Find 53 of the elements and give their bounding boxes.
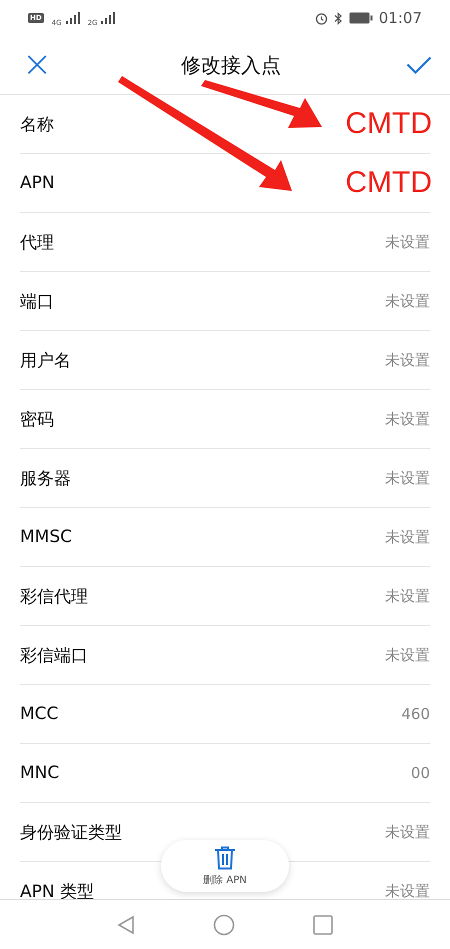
row-value: 未设置 bbox=[385, 232, 430, 252]
checkmark-icon bbox=[406, 55, 432, 75]
home-icon[interactable] bbox=[213, 914, 235, 936]
row-label: 用户名 bbox=[20, 350, 71, 372]
bluetooth-icon bbox=[334, 12, 343, 24]
signal-icon bbox=[101, 12, 116, 24]
row-label: MMSC bbox=[20, 527, 72, 547]
annotation-text: CMTD bbox=[345, 166, 432, 200]
settings-row[interactable]: 彩信端口 未设置 bbox=[20, 626, 430, 685]
row-label: APN 类型 bbox=[20, 880, 94, 899]
status-time: 01:07 bbox=[378, 9, 422, 27]
settings-row[interactable]: MMSC 未设置 bbox=[20, 508, 430, 567]
battery-icon bbox=[348, 12, 373, 24]
row-label: 服务器 bbox=[20, 468, 71, 490]
settings-row[interactable]: 密码 未设置 bbox=[20, 390, 430, 449]
row-value: 未设置 bbox=[385, 292, 430, 310]
row-label: 名称 bbox=[20, 114, 54, 136]
row-value: 未设置 bbox=[385, 822, 430, 842]
delete-apn-button[interactable]: 删除 APN bbox=[161, 840, 289, 892]
close-button[interactable]: × bbox=[18, 47, 56, 83]
settings-row[interactable]: 服务器 未设置 bbox=[20, 449, 430, 508]
back-icon[interactable] bbox=[117, 914, 135, 934]
confirm-button[interactable] bbox=[406, 55, 432, 75]
signal-icon bbox=[66, 12, 80, 24]
recents-icon[interactable] bbox=[313, 914, 333, 934]
row-label: 彩信端口 bbox=[20, 644, 88, 666]
trash-icon bbox=[214, 846, 236, 870]
alarm-icon bbox=[314, 12, 328, 24]
row-label: 彩信代理 bbox=[20, 586, 88, 608]
settings-row[interactable]: MCC 460 bbox=[20, 685, 430, 744]
row-value: 未设置 bbox=[385, 410, 430, 428]
row-label: MNC bbox=[20, 763, 60, 783]
row-value: 未设置 bbox=[385, 646, 430, 664]
row-value: 未设置 bbox=[385, 528, 430, 546]
row-value: 未设置 bbox=[385, 882, 430, 899]
row-label: 端口 bbox=[20, 290, 54, 312]
row-label: 身份验证类型 bbox=[20, 822, 122, 844]
row-value: 未设置 bbox=[385, 586, 430, 606]
settings-row[interactable]: 代理 未设置 bbox=[20, 213, 430, 272]
settings-row[interactable]: MNC 00 bbox=[20, 744, 430, 803]
row-label: 密码 bbox=[20, 408, 54, 430]
row-label: APN bbox=[20, 173, 55, 193]
row-label: MCC bbox=[20, 704, 58, 724]
page-title: 修改接入点 bbox=[181, 52, 282, 78]
row-value: 00 bbox=[410, 764, 430, 782]
annotation-text: CMTD bbox=[345, 107, 432, 141]
settings-row[interactable]: 用户名 未设置 bbox=[20, 331, 430, 390]
row-label: 代理 bbox=[20, 232, 54, 254]
row-value: 460 bbox=[401, 705, 430, 723]
settings-row[interactable]: 端口 未设置 bbox=[20, 272, 430, 331]
settings-row[interactable]: 彩信代理 未设置 bbox=[20, 567, 430, 626]
row-value: 未设置 bbox=[385, 350, 430, 370]
row-value: 未设置 bbox=[385, 468, 430, 488]
